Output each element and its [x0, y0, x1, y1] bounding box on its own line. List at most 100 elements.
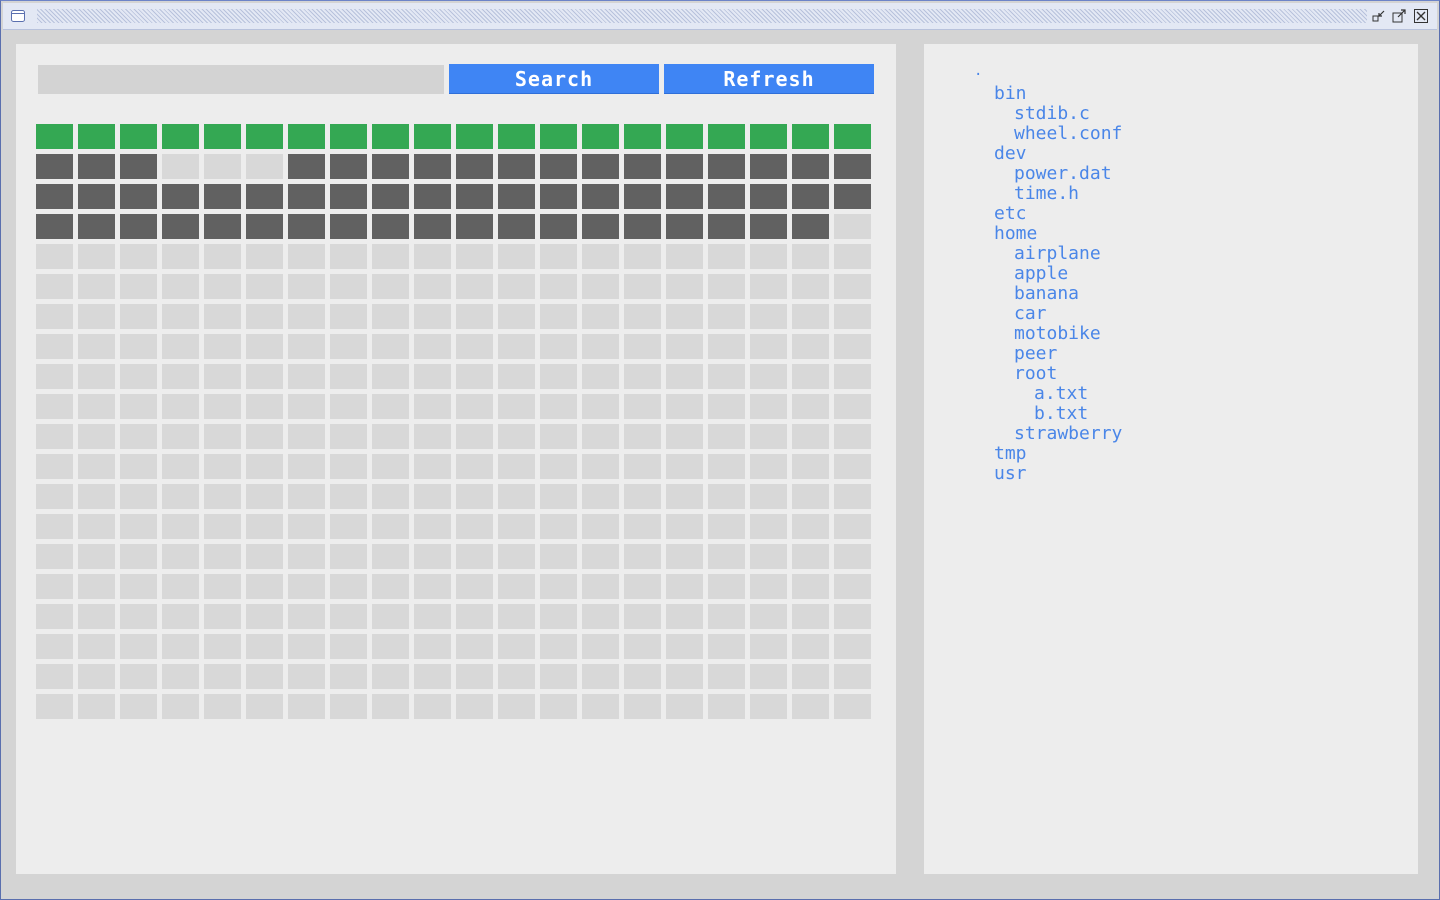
tree-item[interactable]: wheel.conf [974, 124, 1122, 144]
block-free-cell[interactable] [414, 394, 451, 419]
block-free-cell[interactable] [792, 694, 829, 719]
block-free-cell[interactable] [834, 394, 871, 419]
block-used-cell[interactable] [750, 184, 787, 209]
block-free-cell[interactable] [246, 424, 283, 449]
block-free-cell[interactable] [162, 514, 199, 539]
block-free-cell[interactable] [456, 394, 493, 419]
block-free-cell[interactable] [162, 424, 199, 449]
block-free-cell[interactable] [36, 544, 73, 569]
block-free-cell[interactable] [666, 424, 703, 449]
block-free-cell[interactable] [792, 304, 829, 329]
block-free-cell[interactable] [246, 244, 283, 269]
block-free-cell[interactable] [162, 154, 199, 179]
block-free-cell[interactable] [36, 574, 73, 599]
block-free-cell[interactable] [78, 454, 115, 479]
block-free-cell[interactable] [750, 454, 787, 479]
block-free-cell[interactable] [498, 334, 535, 359]
block-free-cell[interactable] [750, 574, 787, 599]
block-free-cell[interactable] [372, 454, 409, 479]
block-free-cell[interactable] [666, 394, 703, 419]
block-free-cell[interactable] [792, 634, 829, 659]
block-free-cell[interactable] [288, 364, 325, 389]
block-header-cell[interactable] [708, 124, 745, 149]
block-free-cell[interactable] [204, 604, 241, 629]
block-free-cell[interactable] [750, 304, 787, 329]
block-used-cell[interactable] [666, 214, 703, 239]
block-free-cell[interactable] [330, 394, 367, 419]
block-free-cell[interactable] [288, 514, 325, 539]
block-free-cell[interactable] [498, 244, 535, 269]
block-used-cell[interactable] [708, 214, 745, 239]
block-free-cell[interactable] [540, 424, 577, 449]
block-free-cell[interactable] [330, 364, 367, 389]
block-free-cell[interactable] [162, 244, 199, 269]
block-free-cell[interactable] [666, 304, 703, 329]
block-free-cell[interactable] [36, 694, 73, 719]
block-free-cell[interactable] [540, 514, 577, 539]
block-free-cell[interactable] [456, 304, 493, 329]
block-free-cell[interactable] [750, 364, 787, 389]
block-free-cell[interactable] [834, 484, 871, 509]
block-free-cell[interactable] [78, 364, 115, 389]
block-used-cell[interactable] [498, 214, 535, 239]
block-free-cell[interactable] [540, 664, 577, 689]
block-free-cell[interactable] [204, 634, 241, 659]
block-free-cell[interactable] [666, 484, 703, 509]
block-used-cell[interactable] [120, 184, 157, 209]
block-header-cell[interactable] [162, 124, 199, 149]
block-free-cell[interactable] [414, 604, 451, 629]
block-free-cell[interactable] [456, 694, 493, 719]
block-free-cell[interactable] [414, 514, 451, 539]
block-free-cell[interactable] [666, 694, 703, 719]
block-header-cell[interactable] [792, 124, 829, 149]
block-free-cell[interactable] [330, 574, 367, 599]
block-free-cell[interactable] [78, 484, 115, 509]
block-used-cell[interactable] [582, 154, 619, 179]
block-used-cell[interactable] [330, 154, 367, 179]
block-free-cell[interactable] [120, 454, 157, 479]
block-free-cell[interactable] [666, 574, 703, 599]
block-free-cell[interactable] [834, 454, 871, 479]
block-free-cell[interactable] [162, 544, 199, 569]
block-free-cell[interactable] [540, 394, 577, 419]
block-free-cell[interactable] [498, 274, 535, 299]
block-free-cell[interactable] [834, 364, 871, 389]
block-used-cell[interactable] [120, 154, 157, 179]
block-free-cell[interactable] [120, 364, 157, 389]
block-free-cell[interactable] [624, 304, 661, 329]
block-free-cell[interactable] [162, 484, 199, 509]
block-used-cell[interactable] [624, 214, 661, 239]
block-used-cell[interactable] [792, 154, 829, 179]
block-free-cell[interactable] [582, 634, 619, 659]
block-free-cell[interactable] [540, 574, 577, 599]
block-free-cell[interactable] [162, 694, 199, 719]
tree-item[interactable]: airplane [974, 244, 1122, 264]
block-used-cell[interactable] [456, 214, 493, 239]
block-free-cell[interactable] [750, 484, 787, 509]
block-free-cell[interactable] [750, 634, 787, 659]
block-free-cell[interactable] [246, 274, 283, 299]
block-free-cell[interactable] [666, 664, 703, 689]
block-free-cell[interactable] [456, 634, 493, 659]
block-free-cell[interactable] [330, 334, 367, 359]
block-free-cell[interactable] [330, 274, 367, 299]
block-used-cell[interactable] [624, 154, 661, 179]
block-free-cell[interactable] [792, 484, 829, 509]
block-used-cell[interactable] [540, 154, 577, 179]
block-free-cell[interactable] [456, 664, 493, 689]
block-used-cell[interactable] [414, 214, 451, 239]
block-used-cell[interactable] [498, 184, 535, 209]
search-input[interactable] [38, 65, 444, 94]
block-free-cell[interactable] [288, 484, 325, 509]
block-free-cell[interactable] [204, 334, 241, 359]
block-used-cell[interactable] [246, 184, 283, 209]
block-header-cell[interactable] [204, 124, 241, 149]
block-free-cell[interactable] [330, 544, 367, 569]
block-free-cell[interactable] [834, 574, 871, 599]
block-free-cell[interactable] [582, 544, 619, 569]
block-free-cell[interactable] [666, 454, 703, 479]
block-used-cell[interactable] [78, 154, 115, 179]
tree-item[interactable]: tmp [974, 444, 1122, 464]
block-free-cell[interactable] [288, 574, 325, 599]
block-free-cell[interactable] [540, 694, 577, 719]
